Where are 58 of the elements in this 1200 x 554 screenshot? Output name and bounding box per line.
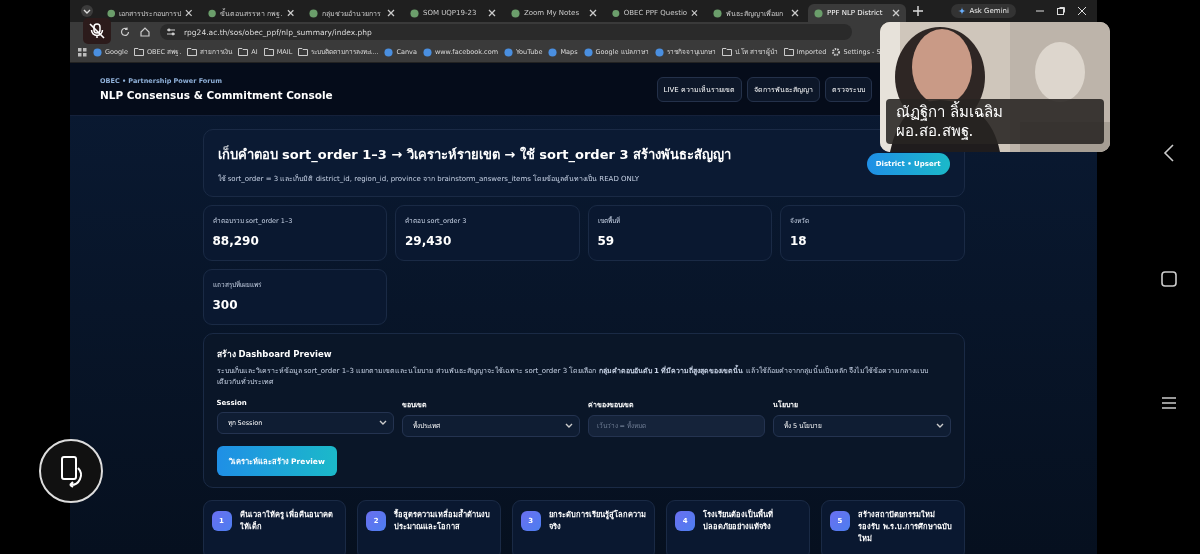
site-icon [511,8,520,18]
folder-icon [238,48,249,56]
folder-icon [263,48,274,56]
gear-icon [832,48,841,56]
apps-icon[interactable] [78,47,87,57]
home-icon[interactable] [1160,271,1177,287]
close-icon[interactable] [185,9,193,17]
site-icon [107,8,116,18]
site-icon [309,8,318,18]
menu-icon[interactable] [1160,395,1177,410]
stat-value: 300 [212,298,239,312]
restore-icon[interactable] [1056,6,1066,16]
panel-title: สร้าง Dashboard Preview [216,348,333,361]
site-icon [208,8,217,18]
site-icon [504,47,513,57]
site-icon [654,47,664,57]
back-icon[interactable] [1162,144,1175,163]
close-icon[interactable] [387,9,395,17]
close-icon[interactable] [791,9,799,17]
site-icon [814,8,823,18]
close-icon[interactable] [691,9,698,17]
caret-icon [379,420,387,427]
site-title: NLP Consensus & Commitment Console [100,89,333,101]
participant-name: ณัฏฐิกา ลิ้มเฉลิม [896,102,1004,122]
sparkle-icon [958,7,967,15]
site-icon [410,8,419,18]
stat-value: 18 [790,234,808,248]
caret-icon [935,423,944,430]
caret-icon [564,423,573,430]
hero-title: เก็บคำตอบ sort_order 1–3 → วิเคราะห์รายเขต → ใช้ sort_order 3 สร้างพันธะสัญญา [217,144,731,165]
stat-value: 29,430 [405,234,453,248]
muted-mic-icon[interactable] [83,18,111,44]
close-icon[interactable] [1077,6,1087,16]
site-icon [422,47,432,57]
reload-icon[interactable] [120,27,130,37]
tab-list-icon[interactable] [80,4,94,18]
site-icon [612,8,620,18]
site-icon [713,8,722,18]
participant-role: ผอ.สอ.สพฐ. [896,121,975,141]
stat-value: 59 [597,234,616,248]
site-icon [583,47,593,57]
close-icon[interactable] [892,9,900,17]
folder-icon [298,48,309,56]
new-tab-icon[interactable] [913,6,923,16]
close-icon[interactable] [589,9,597,17]
home-icon[interactable] [140,27,150,37]
site-info-icon[interactable] [166,27,176,37]
site-icon [548,47,558,57]
close-icon[interactable] [286,9,294,17]
site-icon [384,47,394,57]
site-icon [93,47,102,57]
folder-icon [187,48,198,56]
close-icon[interactable] [488,9,496,17]
rotate-button[interactable] [39,439,103,503]
folder-icon [721,48,732,56]
folder-icon [133,48,144,56]
stat-value: 88,290 [212,234,260,248]
folder-icon [783,48,794,56]
